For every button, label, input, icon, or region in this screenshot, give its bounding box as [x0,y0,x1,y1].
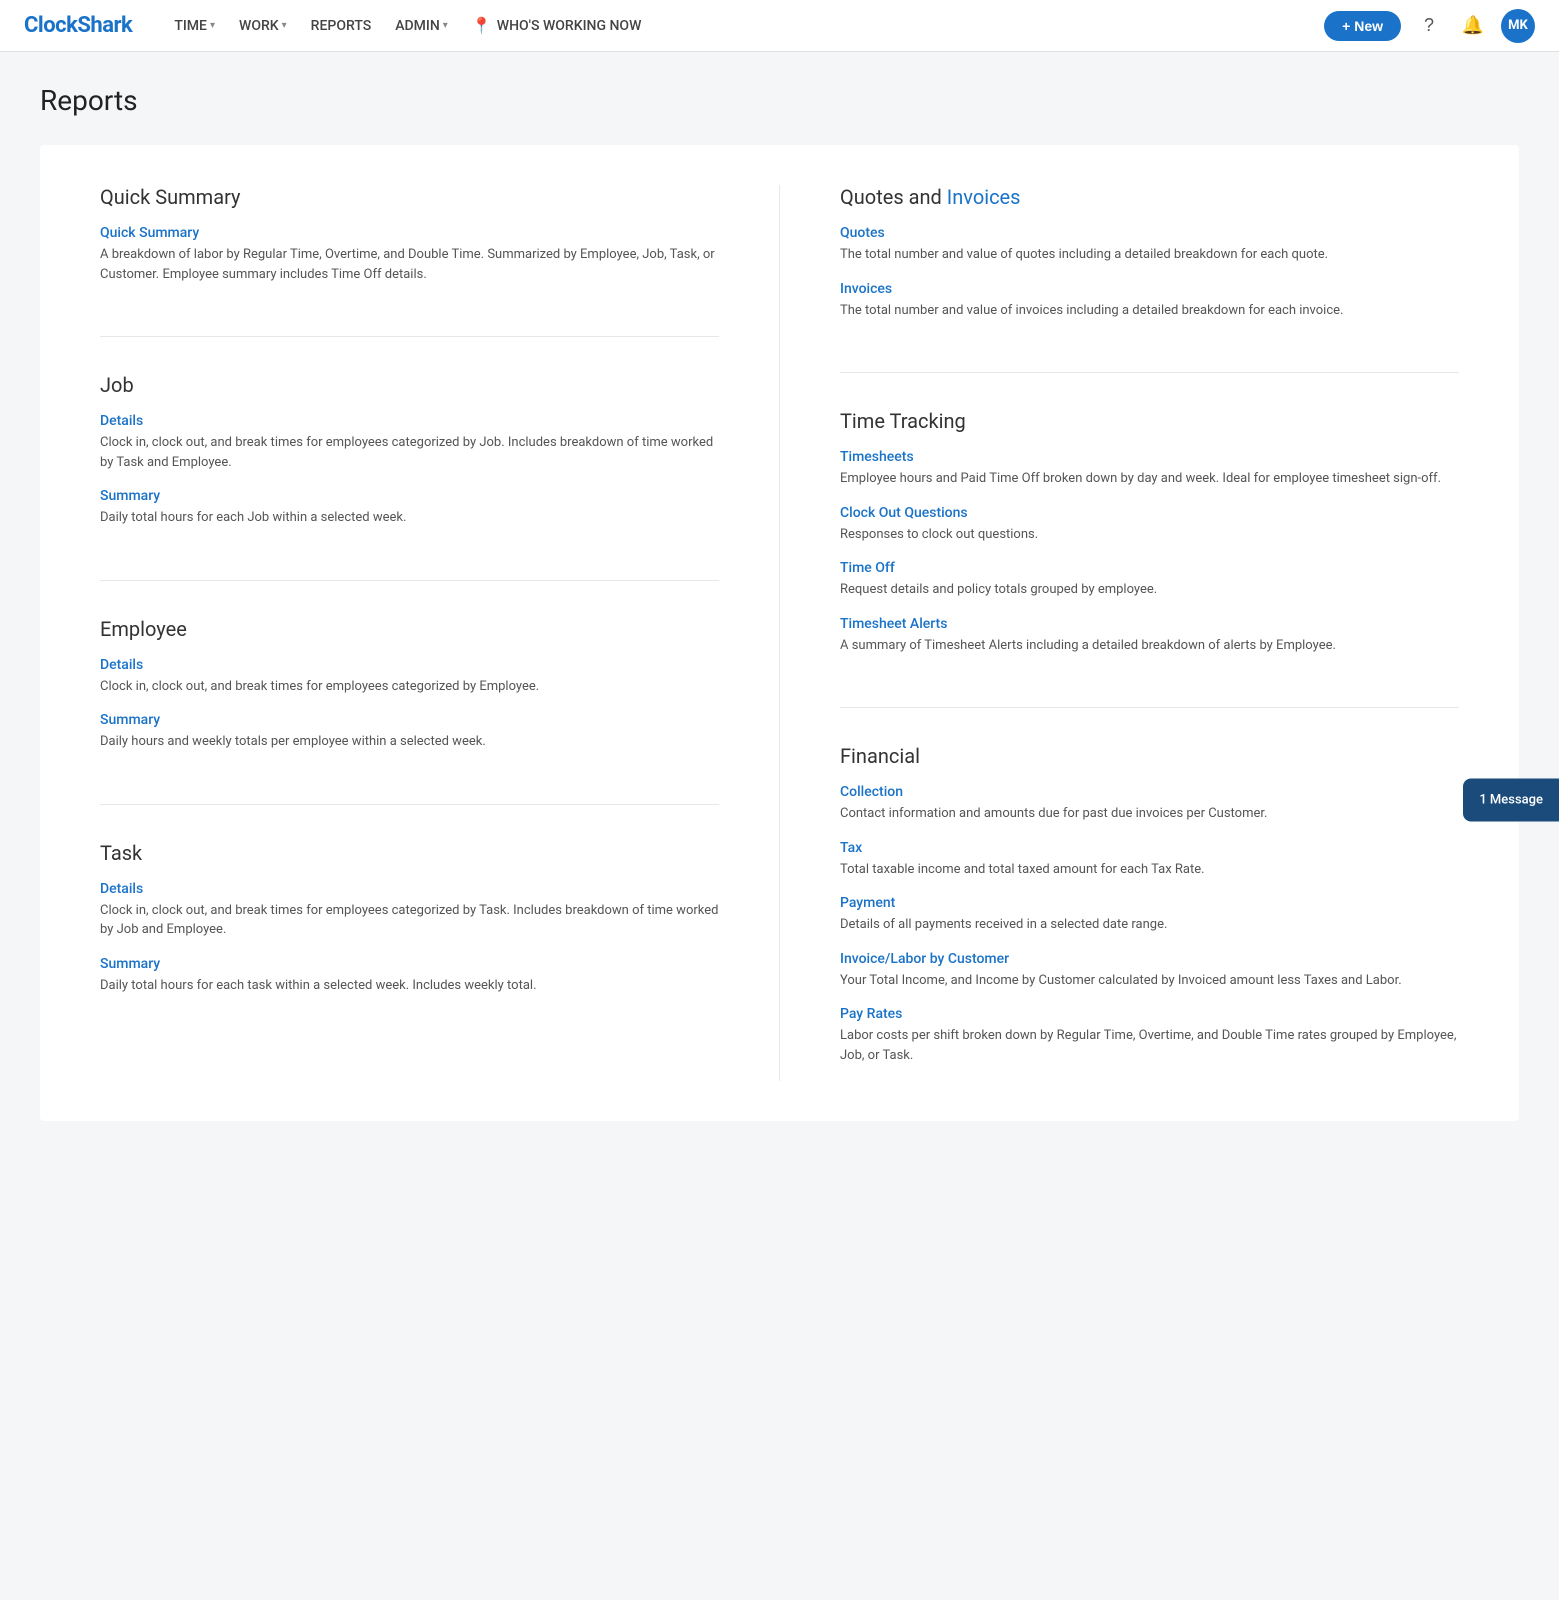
timesheet-alerts-link[interactable]: Timesheet Alerts [840,616,1459,632]
section-title-financial: Financial [840,744,1459,768]
report-item: Timesheets Employee hours and Paid Time … [840,449,1459,489]
report-item: Payment Details of all payments received… [840,895,1459,935]
job-details-desc: Clock in, clock out, and break times for… [100,433,719,472]
new-button[interactable]: + New [1324,11,1401,41]
report-item: Summary Daily hours and weekly totals pe… [100,712,719,752]
task-details-link[interactable]: Details [100,881,719,897]
clock-out-questions-desc: Responses to clock out questions. [840,525,1459,545]
time-off-desc: Request details and policy totals groupe… [840,580,1459,600]
report-item: Details Clock in, clock out, and break t… [100,881,719,940]
invoice-labor-customer-desc: Your Total Income, and Income by Custome… [840,971,1459,991]
invoices-link[interactable]: Invoices [840,281,1459,297]
nav-admin[interactable]: ADMIN ▾ [385,12,458,40]
question-icon: ? [1424,15,1434,36]
left-column: Quick Summary Quick Summary A breakdown … [40,185,780,1081]
section-title-quotes-invoices: Quotes and Invoices [840,185,1459,209]
section-financial: Financial Collection Contact information… [840,744,1459,1065]
bell-icon: 🔔 [1462,15,1484,36]
nav-work[interactable]: WORK ▾ [229,12,297,40]
collection-desc: Contact information and amounts due for … [840,804,1459,824]
tax-desc: Total taxable income and total taxed amo… [840,860,1459,880]
section-title-employee: Employee [100,617,719,641]
pin-icon: 📍 [472,16,492,35]
quick-summary-desc: A breakdown of labor by Regular Time, Ov… [100,245,719,284]
page-content: Reports Quick Summary Quick Summary A br… [0,52,1559,1153]
job-details-link[interactable]: Details [100,413,719,429]
job-summary-link[interactable]: Summary [100,488,719,504]
clock-out-questions-link[interactable]: Clock Out Questions [840,505,1459,521]
section-job: Job Details Clock in, clock out, and bre… [100,373,719,581]
report-item: Details Clock in, clock out, and break t… [100,657,719,697]
report-item: Pay Rates Labor costs per shift broken d… [840,1006,1459,1065]
report-item: Details Clock in, clock out, and break t… [100,413,719,472]
section-title-quick-summary: Quick Summary [100,185,719,209]
avatar[interactable]: MK [1501,9,1535,43]
report-item: Timesheet Alerts A summary of Timesheet … [840,616,1459,656]
report-item: Tax Total taxable income and total taxed… [840,840,1459,880]
job-summary-desc: Daily total hours for each Job within a … [100,508,719,528]
chevron-down-icon: ▾ [282,20,287,31]
task-summary-desc: Daily total hours for each task within a… [100,976,719,996]
nav-time[interactable]: TIME ▾ [164,12,225,40]
report-item: Quick Summary A breakdown of labor by Re… [100,225,719,284]
time-off-link[interactable]: Time Off [840,560,1459,576]
message-bubble[interactable]: 1 Message [1463,779,1559,822]
logo[interactable]: ClockShark [24,13,132,38]
right-column: Quotes and Invoices Quotes The total num… [780,185,1519,1081]
section-quick-summary: Quick Summary Quick Summary A breakdown … [100,185,719,337]
invoices-desc: The total number and value of invoices i… [840,301,1459,321]
pay-rates-desc: Labor costs per shift broken down by Reg… [840,1026,1459,1065]
section-quotes-invoices: Quotes and Invoices Quotes The total num… [840,185,1459,373]
timesheets-desc: Employee hours and Paid Time Off broken … [840,469,1459,489]
reports-card: Quick Summary Quick Summary A breakdown … [40,145,1519,1121]
section-title-time-tracking: Time Tracking [840,409,1459,433]
task-details-desc: Clock in, clock out, and break times for… [100,901,719,940]
task-summary-link[interactable]: Summary [100,956,719,972]
report-item: Summary Daily total hours for each task … [100,956,719,996]
section-title-task: Task [100,841,719,865]
pay-rates-link[interactable]: Pay Rates [840,1006,1459,1022]
chevron-down-icon: ▾ [210,20,215,31]
navbar: ClockShark TIME ▾ WORK ▾ REPORTS ADMIN ▾… [0,0,1559,52]
nav-right: + New ? 🔔 MK [1324,9,1535,43]
section-employee: Employee Details Clock in, clock out, an… [100,617,719,805]
nav-reports[interactable]: REPORTS [301,12,382,40]
invoice-labor-customer-link[interactable]: Invoice/Labor by Customer [840,951,1459,967]
report-item: Summary Daily total hours for each Job w… [100,488,719,528]
timesheet-alerts-desc: A summary of Timesheet Alerts including … [840,636,1459,656]
quick-summary-link[interactable]: Quick Summary [100,225,719,241]
report-item: Clock Out Questions Responses to clock o… [840,505,1459,545]
section-task: Task Details Clock in, clock out, and br… [100,841,719,996]
section-time-tracking: Time Tracking Timesheets Employee hours … [840,409,1459,708]
quotes-desc: The total number and value of quotes inc… [840,245,1459,265]
quotes-link[interactable]: Quotes [840,225,1459,241]
payment-desc: Details of all payments received in a se… [840,915,1459,935]
report-item: Quotes The total number and value of quo… [840,225,1459,265]
employee-summary-link[interactable]: Summary [100,712,719,728]
section-title-job: Job [100,373,719,397]
page-title: Reports [40,84,1519,117]
nav-links: TIME ▾ WORK ▾ REPORTS ADMIN ▾ 📍 WHO'S WO… [164,10,1324,41]
payment-link[interactable]: Payment [840,895,1459,911]
nav-whos-working[interactable]: 📍 WHO'S WORKING NOW [462,10,652,41]
timesheets-link[interactable]: Timesheets [840,449,1459,465]
report-item: Collection Contact information and amoun… [840,784,1459,824]
report-item: Invoices The total number and value of i… [840,281,1459,321]
collection-link[interactable]: Collection [840,784,1459,800]
employee-details-desc: Clock in, clock out, and break times for… [100,677,719,697]
help-button[interactable]: ? [1413,10,1445,42]
chevron-down-icon: ▾ [443,20,448,31]
employee-details-link[interactable]: Details [100,657,719,673]
report-item: Time Off Request details and policy tota… [840,560,1459,600]
notifications-button[interactable]: 🔔 [1457,10,1489,42]
tax-link[interactable]: Tax [840,840,1459,856]
report-item: Invoice/Labor by Customer Your Total Inc… [840,951,1459,991]
employee-summary-desc: Daily hours and weekly totals per employ… [100,732,719,752]
